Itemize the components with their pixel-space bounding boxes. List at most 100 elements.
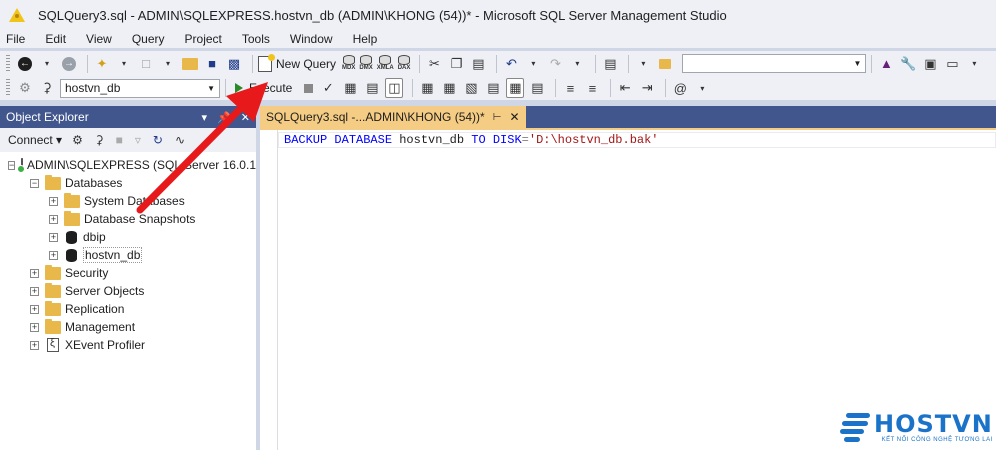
parse-button[interactable]: ✓ bbox=[319, 78, 337, 98]
results-to-button[interactable]: ◫ bbox=[385, 78, 404, 98]
tree-node-hostvn-db[interactable]: + hostvn_db bbox=[0, 246, 256, 264]
results-text-button[interactable]: ▤ bbox=[484, 78, 502, 98]
undo-button[interactable]: ↶ bbox=[502, 54, 520, 74]
results-grid-button[interactable]: ▦ bbox=[506, 78, 525, 98]
uncomment-button[interactable]: ≡ bbox=[583, 78, 601, 98]
menu-project[interactable]: Project bbox=[185, 32, 230, 46]
terminal-button[interactable]: ▭ bbox=[943, 54, 961, 74]
expand-icon[interactable]: + bbox=[30, 340, 39, 350]
live-stats-button[interactable]: ▦ bbox=[440, 78, 458, 98]
stop-icon[interactable]: ■ bbox=[116, 133, 123, 147]
menu-help[interactable]: Help bbox=[353, 32, 386, 46]
collapse-icon[interactable]: − bbox=[30, 178, 39, 188]
dropdown-button[interactable]: ▾ bbox=[693, 78, 711, 98]
dropdown-button[interactable]: ▾ bbox=[965, 54, 983, 74]
close-icon[interactable]: ✕ bbox=[509, 110, 519, 124]
stop-icon[interactable] bbox=[304, 83, 314, 93]
query-options-button[interactable]: ▤ bbox=[363, 78, 381, 98]
dropdown-button[interactable]: ▾ bbox=[38, 54, 56, 74]
tree-node-management[interactable]: + Management bbox=[0, 318, 256, 336]
tree-node-server[interactable]: − ADMIN\SQLEXPRESS (SQL Server 16.0.1 bbox=[0, 156, 256, 174]
add-item-button[interactable]: □ bbox=[137, 54, 155, 74]
decrease-indent-button[interactable]: ⇤ bbox=[616, 78, 634, 98]
tree-node-security[interactable]: + Security bbox=[0, 264, 256, 282]
pin-icon[interactable]: ⊢ bbox=[493, 112, 502, 123]
menu-tools[interactable]: Tools bbox=[242, 32, 278, 46]
menu-query[interactable]: Query bbox=[132, 32, 173, 46]
change-connection-button[interactable]: ⚳ bbox=[38, 78, 56, 98]
save-button[interactable]: ■ bbox=[203, 54, 221, 74]
menu-view[interactable]: View bbox=[86, 32, 120, 46]
query-editor[interactable]: BACKUP DATABASE hostvn_db TO DISK='D:\ho… bbox=[260, 128, 996, 450]
activity-monitor-button[interactable]: ▤ bbox=[601, 54, 619, 74]
connect-icon[interactable]: ⚙ bbox=[72, 133, 83, 147]
copy-button[interactable]: ❐ bbox=[447, 54, 465, 74]
dropdown-button[interactable]: ▾ bbox=[115, 54, 133, 74]
client-stats-button[interactable]: ▧ bbox=[462, 78, 480, 98]
database-select[interactable]: hostvn_db ▼ bbox=[60, 78, 220, 98]
mdx-query-button[interactable]: MDX bbox=[342, 55, 355, 72]
tree-node-databases[interactable]: − Databases bbox=[0, 174, 256, 192]
connect-button[interactable]: ⚙ bbox=[16, 78, 34, 98]
pin-icon[interactable]: 📌 bbox=[217, 111, 231, 124]
activity-icon[interactable]: ∿ bbox=[175, 133, 185, 147]
expand-icon[interactable]: + bbox=[49, 250, 58, 260]
new-query-button[interactable]: New Query bbox=[258, 53, 337, 72]
new-project-button[interactable]: ✦ bbox=[93, 54, 111, 74]
toolbar-grip[interactable] bbox=[6, 54, 10, 73]
dropdown-button[interactable]: ▾ bbox=[634, 54, 652, 74]
find-button[interactable] bbox=[656, 54, 674, 74]
dropdown-button[interactable]: ▾ bbox=[568, 54, 586, 74]
toolbar-grip[interactable] bbox=[6, 79, 10, 97]
dropdown-button[interactable]: ▾ bbox=[159, 54, 177, 74]
cut-button[interactable]: ✂ bbox=[425, 54, 443, 74]
forward-button[interactable]: → bbox=[60, 54, 78, 74]
tree-node-xevent-profiler[interactable]: + XEvent Profiler bbox=[0, 336, 256, 354]
expand-icon[interactable]: + bbox=[49, 196, 58, 206]
menu-file[interactable]: File bbox=[6, 32, 33, 46]
connect-dropdown[interactable]: Connect ▾ bbox=[8, 133, 62, 147]
menu-window[interactable]: Window bbox=[290, 32, 341, 46]
tree-node-database-snapshots[interactable]: + Database Snapshots bbox=[0, 210, 256, 228]
expand-icon[interactable]: + bbox=[49, 214, 58, 224]
tree-node-system-databases[interactable]: + System Databases bbox=[0, 192, 256, 210]
expand-icon[interactable]: + bbox=[30, 286, 39, 296]
tree-node-dbip[interactable]: + dbip bbox=[0, 228, 256, 246]
search-combo[interactable]: ▼ bbox=[682, 54, 867, 73]
results-file-button[interactable]: ▤ bbox=[528, 78, 546, 98]
save-all-button[interactable]: ▩ bbox=[225, 54, 243, 74]
close-icon[interactable]: ✕ bbox=[241, 111, 250, 124]
expand-icon[interactable]: + bbox=[30, 322, 39, 332]
dmx-query-button[interactable]: DMX bbox=[359, 55, 373, 72]
xmla-query-button[interactable]: XMLA bbox=[377, 55, 394, 72]
properties-button[interactable]: 🔧 bbox=[899, 54, 917, 74]
tree-node-replication[interactable]: + Replication bbox=[0, 300, 256, 318]
panel-menu-icon[interactable]: ▾ bbox=[202, 111, 208, 124]
display-plan-button[interactable]: ▦ bbox=[341, 78, 359, 98]
redo-button[interactable]: ↷ bbox=[546, 54, 564, 74]
expand-icon[interactable]: + bbox=[30, 304, 39, 314]
toolbox-button[interactable]: ▣ bbox=[921, 54, 939, 74]
visual-studio-button[interactable]: ▲ bbox=[877, 54, 895, 74]
increase-indent-button[interactable]: ⇥ bbox=[638, 78, 656, 98]
paste-button[interactable]: ▤ bbox=[469, 54, 487, 74]
back-button[interactable]: ← bbox=[16, 54, 34, 74]
specify-values-button[interactable]: @ bbox=[671, 78, 689, 98]
expand-icon[interactable]: + bbox=[30, 268, 39, 278]
sql-code-line[interactable]: BACKUP DATABASE hostvn_db TO DISK='D:\ho… bbox=[284, 132, 659, 148]
execute-button[interactable]: Execute bbox=[235, 81, 292, 95]
collapse-icon[interactable]: − bbox=[8, 160, 16, 170]
new-query-label: New Query bbox=[276, 56, 337, 71]
dax-query-button[interactable]: DAX bbox=[398, 55, 410, 72]
tree-node-server-objects[interactable]: + Server Objects bbox=[0, 282, 256, 300]
filter-icon[interactable]: ▿ bbox=[135, 133, 141, 147]
open-file-button[interactable] bbox=[181, 54, 199, 74]
dropdown-button[interactable]: ▾ bbox=[524, 54, 542, 74]
expand-icon[interactable]: + bbox=[49, 232, 58, 242]
menu-edit[interactable]: Edit bbox=[45, 32, 74, 46]
disconnect-icon[interactable]: ⚳ bbox=[95, 133, 104, 147]
tab-sqlquery3[interactable]: SQLQuery3.sql -...ADMIN\KHONG (54))* ⊢ ✕ bbox=[260, 106, 526, 128]
comment-button[interactable]: ≡ bbox=[561, 78, 579, 98]
refresh-icon[interactable]: ↻ bbox=[153, 133, 163, 147]
include-plan-button[interactable]: ▦ bbox=[418, 78, 436, 98]
